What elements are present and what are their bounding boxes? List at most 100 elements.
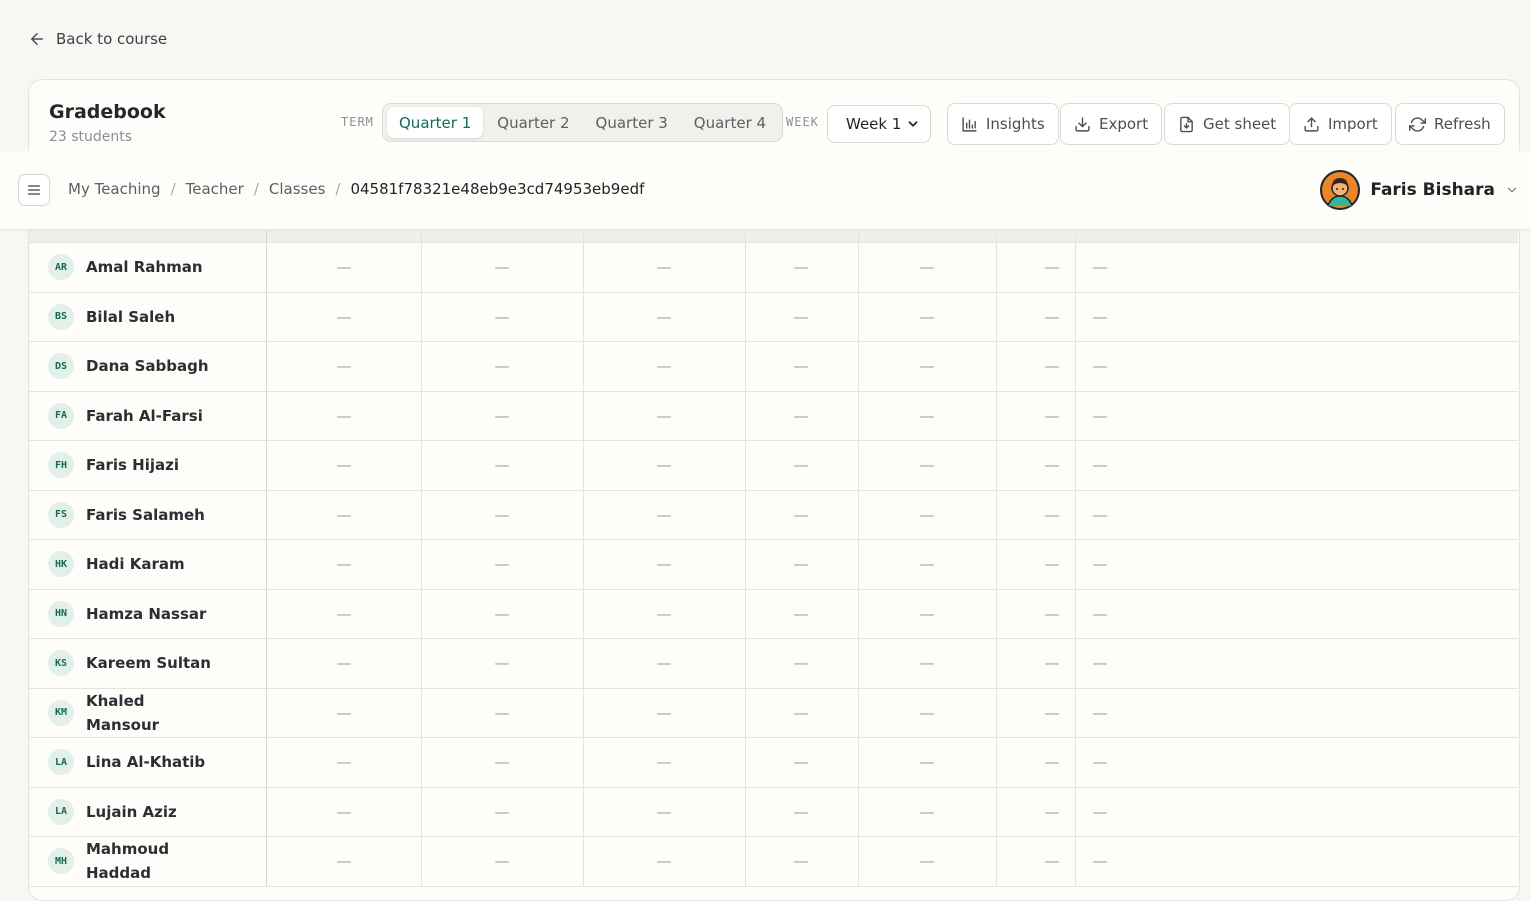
- grade-cell[interactable]: —: [314, 639, 374, 688]
- refresh-button[interactable]: Refresh: [1395, 103, 1505, 145]
- grade-cell[interactable]: —: [897, 689, 957, 738]
- grade-cell[interactable]: —: [771, 342, 831, 391]
- grade-cell[interactable]: —: [1070, 243, 1130, 292]
- grade-cell[interactable]: —: [771, 293, 831, 342]
- grade-cell[interactable]: —: [472, 342, 532, 391]
- grade-cell[interactable]: —: [897, 837, 957, 886]
- grade-cell[interactable]: —: [1070, 837, 1130, 886]
- grade-cell[interactable]: —: [634, 491, 694, 540]
- grade-cell[interactable]: —: [1070, 293, 1130, 342]
- student-name[interactable]: Hamza Nassar: [86, 602, 216, 626]
- grade-cell[interactable]: —: [472, 293, 532, 342]
- grade-cell[interactable]: —: [634, 293, 694, 342]
- grade-cell[interactable]: —: [897, 441, 957, 490]
- grade-cell[interactable]: —: [472, 540, 532, 589]
- grade-cell[interactable]: —: [897, 293, 957, 342]
- term-quarter-4[interactable]: Quarter 4: [682, 107, 778, 138]
- grade-cell[interactable]: —: [897, 342, 957, 391]
- grade-cell[interactable]: —: [771, 837, 831, 886]
- grade-cell[interactable]: —: [897, 738, 957, 787]
- grade-cell[interactable]: —: [314, 788, 374, 837]
- breadcrumb-teacher[interactable]: Teacher: [186, 180, 244, 198]
- student-name[interactable]: Khaled Mansour: [86, 689, 216, 737]
- grade-cell[interactable]: —: [634, 639, 694, 688]
- grade-cell[interactable]: —: [897, 392, 957, 441]
- grade-cell[interactable]: —: [1070, 689, 1130, 738]
- get-sheet-button[interactable]: Get sheet: [1164, 103, 1291, 145]
- grade-cell[interactable]: —: [771, 540, 831, 589]
- term-quarter-3[interactable]: Quarter 3: [584, 107, 680, 138]
- student-name[interactable]: Lujain Aziz: [86, 800, 216, 824]
- grade-cell[interactable]: —: [897, 590, 957, 639]
- grade-cell[interactable]: —: [634, 540, 694, 589]
- grade-cell[interactable]: —: [314, 392, 374, 441]
- grade-cell[interactable]: —: [472, 392, 532, 441]
- menu-button[interactable]: [18, 174, 50, 206]
- grade-cell[interactable]: —: [1070, 342, 1130, 391]
- student-name[interactable]: Mahmoud Haddad: [86, 837, 216, 885]
- insights-button[interactable]: Insights: [947, 103, 1059, 145]
- grade-cell[interactable]: —: [771, 243, 831, 292]
- week-select[interactable]: Week 1: [827, 105, 931, 143]
- grade-cell[interactable]: —: [634, 788, 694, 837]
- grade-cell[interactable]: —: [897, 491, 957, 540]
- grade-cell[interactable]: —: [771, 689, 831, 738]
- grade-cell[interactable]: —: [314, 491, 374, 540]
- grade-cell[interactable]: —: [314, 837, 374, 886]
- student-name[interactable]: Kareem Sultan: [86, 651, 216, 675]
- grade-cell[interactable]: —: [314, 590, 374, 639]
- grade-cell[interactable]: —: [634, 441, 694, 490]
- grade-cell[interactable]: —: [634, 738, 694, 787]
- grade-cell[interactable]: —: [634, 342, 694, 391]
- student-name[interactable]: Dana Sabbagh: [86, 354, 216, 378]
- grade-cell[interactable]: —: [897, 788, 957, 837]
- student-name[interactable]: Hadi Karam: [86, 552, 216, 576]
- student-name[interactable]: Bilal Saleh: [86, 305, 216, 329]
- student-name[interactable]: Farah Al-Farsi: [86, 404, 216, 428]
- grade-cell[interactable]: —: [771, 441, 831, 490]
- export-button[interactable]: Export: [1060, 103, 1163, 145]
- grade-cell[interactable]: —: [1070, 788, 1130, 837]
- student-name[interactable]: Lina Al-Khatib: [86, 750, 216, 774]
- grade-cell[interactable]: —: [472, 788, 532, 837]
- grade-cell[interactable]: —: [1070, 738, 1130, 787]
- grade-cell[interactable]: —: [314, 342, 374, 391]
- grade-cell[interactable]: —: [314, 441, 374, 490]
- grade-cell[interactable]: —: [771, 590, 831, 639]
- grade-cell[interactable]: —: [897, 243, 957, 292]
- grade-cell[interactable]: —: [897, 540, 957, 589]
- grade-cell[interactable]: —: [314, 540, 374, 589]
- grade-cell[interactable]: —: [771, 491, 831, 540]
- import-button[interactable]: Import: [1289, 103, 1392, 145]
- grade-cell[interactable]: —: [472, 491, 532, 540]
- grade-cell[interactable]: —: [771, 392, 831, 441]
- grade-cell[interactable]: —: [897, 639, 957, 688]
- grade-cell[interactable]: —: [771, 639, 831, 688]
- student-name[interactable]: Faris Salameh: [86, 503, 216, 527]
- grade-cell[interactable]: —: [1070, 639, 1130, 688]
- grade-cell[interactable]: —: [472, 590, 532, 639]
- grade-cell[interactable]: —: [771, 738, 831, 787]
- breadcrumb-my-teaching[interactable]: My Teaching: [68, 180, 161, 198]
- grade-cell[interactable]: —: [314, 738, 374, 787]
- grade-cell[interactable]: —: [472, 837, 532, 886]
- breadcrumb-classes[interactable]: Classes: [269, 180, 326, 198]
- grade-cell[interactable]: —: [634, 243, 694, 292]
- grade-cell[interactable]: —: [472, 738, 532, 787]
- grade-cell[interactable]: —: [1070, 590, 1130, 639]
- grade-cell[interactable]: —: [634, 689, 694, 738]
- grade-cell[interactable]: —: [634, 590, 694, 639]
- term-quarter-2[interactable]: Quarter 2: [485, 107, 581, 138]
- grade-cell[interactable]: —: [1070, 441, 1130, 490]
- grade-cell[interactable]: —: [1070, 491, 1130, 540]
- grade-cell[interactable]: —: [314, 243, 374, 292]
- grade-cell[interactable]: —: [472, 639, 532, 688]
- grade-cell[interactable]: —: [472, 441, 532, 490]
- student-name[interactable]: Amal Rahman: [86, 255, 216, 279]
- grade-cell[interactable]: —: [314, 689, 374, 738]
- grade-cell[interactable]: —: [1070, 392, 1130, 441]
- grade-cell[interactable]: —: [472, 689, 532, 738]
- grade-cell[interactable]: —: [771, 788, 831, 837]
- grade-cell[interactable]: —: [634, 392, 694, 441]
- grade-cell[interactable]: —: [1070, 540, 1130, 589]
